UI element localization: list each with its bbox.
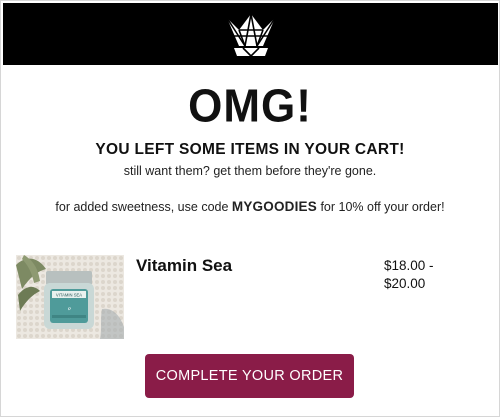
promo-suffix: for 10% off your order! <box>316 200 445 214</box>
complete-order-button[interactable]: COMPLETE YOUR ORDER <box>145 354 354 398</box>
vitamin-sea-jar-image: VITAMIN SEA ℴ <box>16 255 124 339</box>
subheadline: YOU LEFT SOME ITEMS IN YOUR CART! <box>95 141 405 158</box>
crown-icon <box>226 13 276 57</box>
promo-code: MYGOODIES <box>231 199 317 214</box>
headline: OMG! <box>188 80 312 133</box>
tagline: still want them? get them before they're… <box>123 164 377 178</box>
promo-text: for added sweetness, use code MYGOODIES … <box>0 199 500 215</box>
svg-text:VITAMIN SEA: VITAMIN SEA <box>56 293 82 298</box>
product-price: $18.00 - $20.00 <box>384 257 464 293</box>
price-range-end: $20.00 <box>384 276 426 291</box>
product-image[interactable]: VITAMIN SEA ℴ <box>16 255 124 339</box>
price-range-start: $18.00 - <box>384 258 434 273</box>
header-banner <box>3 3 498 65</box>
product-name[interactable]: Vitamin Sea <box>136 256 232 276</box>
promo-prefix: for added sweetness, use code <box>55 200 232 214</box>
